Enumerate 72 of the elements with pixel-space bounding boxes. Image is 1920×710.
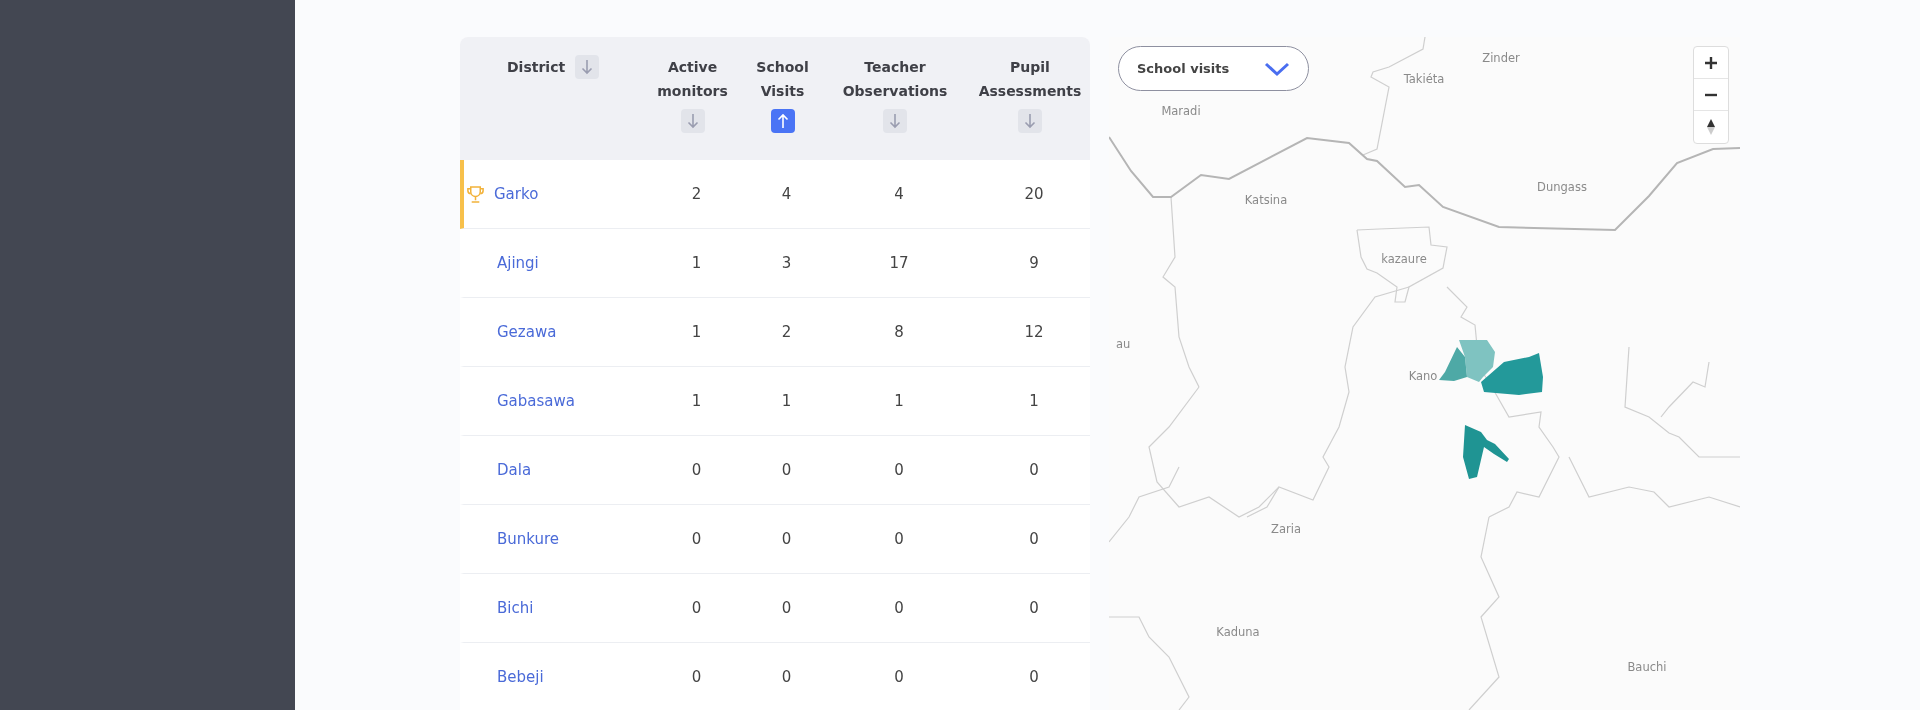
table-cell: 0 bbox=[1029, 668, 1039, 686]
table-cell: 17 bbox=[889, 254, 909, 272]
table-cell: 12 bbox=[1024, 323, 1044, 341]
district-link[interactable]: Bichi bbox=[497, 599, 534, 617]
table-cell: 8 bbox=[894, 323, 904, 341]
table-cell: 0 bbox=[894, 599, 904, 617]
table-cell: 1 bbox=[894, 392, 904, 410]
table-cell: 1 bbox=[781, 392, 792, 410]
sort-button[interactable] bbox=[680, 109, 705, 133]
district-link[interactable]: Dala bbox=[497, 461, 532, 479]
column-header: Active monitors bbox=[656, 58, 729, 101]
table-cell: 1 bbox=[691, 254, 702, 272]
arrow-down-icon bbox=[889, 113, 901, 129]
table-cell: 0 bbox=[894, 530, 904, 548]
district-link[interactable]: Gabasawa bbox=[497, 392, 575, 410]
plus-icon bbox=[1704, 55, 1718, 70]
table-cell: 0 bbox=[691, 461, 702, 479]
table-cell: 9 bbox=[1029, 254, 1039, 272]
map-place-label: au bbox=[1116, 337, 1131, 351]
table-cell: 4 bbox=[781, 185, 792, 203]
map-place-label: Katsina bbox=[1244, 193, 1288, 207]
arrow-down-icon bbox=[581, 59, 594, 75]
table-cell: 20 bbox=[1024, 185, 1044, 203]
table-cell: 1 bbox=[691, 323, 702, 341]
map-place-label: Maradi bbox=[1161, 104, 1201, 118]
table-cell: 4 bbox=[894, 185, 904, 203]
column-header: Pupil Assessments bbox=[977, 58, 1083, 101]
map-place-label: Zaria bbox=[1271, 522, 1301, 536]
table-cell: 2 bbox=[781, 323, 792, 341]
sort-button[interactable] bbox=[883, 109, 907, 133]
map-place-label: Zinder bbox=[1482, 51, 1520, 65]
table-cell: 0 bbox=[781, 530, 792, 548]
arrow-down-icon bbox=[1024, 113, 1036, 129]
sort-button[interactable] bbox=[770, 109, 795, 133]
table-cell: 1 bbox=[1029, 392, 1039, 410]
table-cell: 0 bbox=[1029, 599, 1039, 617]
district-link[interactable]: Bebeji bbox=[497, 668, 544, 686]
table-cell: 0 bbox=[894, 668, 904, 686]
district-link[interactable]: Bunkure bbox=[497, 530, 560, 548]
district-link[interactable]: Gezawa bbox=[497, 323, 557, 341]
table-cell: 0 bbox=[691, 530, 702, 548]
map-place-label: Kaduna bbox=[1216, 625, 1260, 639]
metric-dropdown[interactable]: School visits bbox=[1118, 46, 1309, 91]
map-place-label: Bauchi bbox=[1627, 660, 1667, 674]
table-cell: 0 bbox=[1029, 530, 1039, 548]
sort-button[interactable] bbox=[575, 55, 600, 79]
district-link[interactable]: Ajingi bbox=[497, 254, 539, 272]
arrow-up-icon bbox=[776, 113, 789, 129]
map-place-label: Kano bbox=[1408, 369, 1438, 383]
column-header: District bbox=[507, 58, 566, 77]
table-cell: 1 bbox=[691, 392, 702, 410]
table-cell: 0 bbox=[781, 668, 792, 686]
map[interactable]: Zinder Takiéta Maradi Katsina Dungass kazaure au Kano Zaria Kaduna Bauchi School visits bbox=[1109, 37, 1740, 710]
table-cell: 0 bbox=[894, 461, 904, 479]
table-cell: 0 bbox=[691, 668, 702, 686]
table-cell: 3 bbox=[781, 254, 792, 272]
column-header: Teacher Observations bbox=[841, 58, 949, 101]
arrow-down-icon bbox=[686, 113, 699, 129]
table-cell: 2 bbox=[691, 185, 702, 203]
chevron-down-icon bbox=[1264, 60, 1290, 77]
map-place-label: kazaure bbox=[1381, 252, 1427, 266]
district-link[interactable]: Garko bbox=[494, 185, 539, 203]
table-cell: 0 bbox=[781, 599, 792, 617]
sort-button[interactable] bbox=[1018, 109, 1042, 133]
table-cell: 0 bbox=[691, 599, 702, 617]
map-place-label: Dungass bbox=[1537, 180, 1587, 194]
column-header: School Visits bbox=[755, 58, 810, 101]
table-cell: 0 bbox=[781, 461, 792, 479]
map-place-label: Takiéta bbox=[1403, 72, 1445, 86]
table-cell: 0 bbox=[1029, 461, 1039, 479]
trophy-icon bbox=[466, 184, 485, 204]
compass-icon bbox=[1706, 117, 1716, 137]
